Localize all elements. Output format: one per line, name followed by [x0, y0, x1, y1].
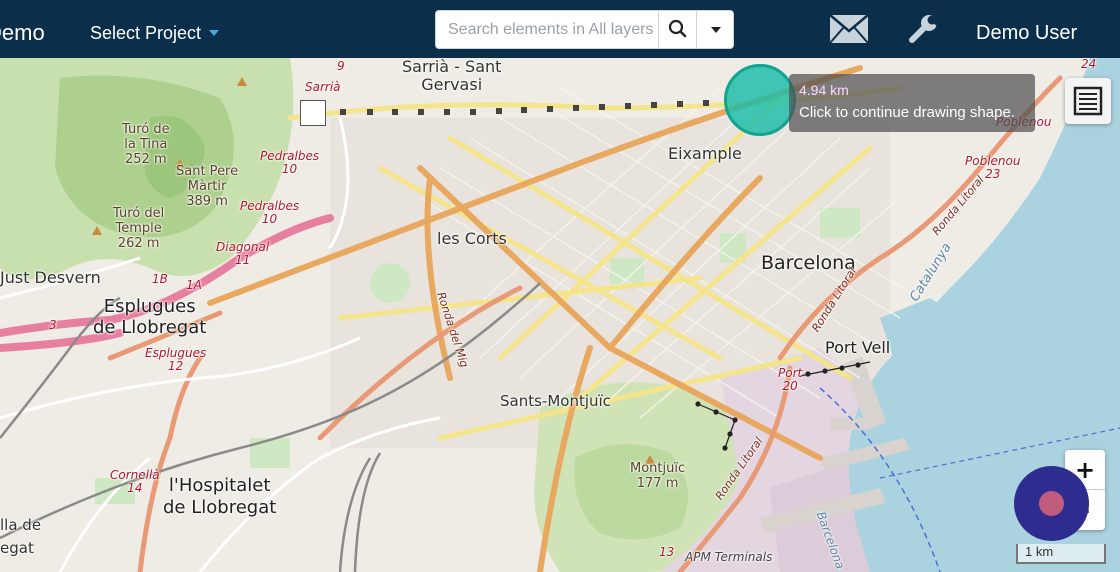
search-input[interactable] [436, 11, 658, 48]
app-brand[interactable]: Demo [0, 20, 45, 46]
mail-icon [829, 14, 869, 44]
measure-distance: 4.94 km [799, 82, 849, 98]
map-canvas[interactable]: Sarrià - Sant Gervasi Sarrià 9 Turó de l… [0, 58, 1120, 572]
messages-button[interactable] [829, 14, 869, 44]
search-group [435, 10, 734, 49]
geolocation-button[interactable] [1014, 466, 1089, 541]
measure-hint: Click to continue drawing shape. [799, 104, 1015, 121]
wrench-icon [909, 13, 945, 43]
caret-down-icon [209, 30, 220, 36]
top-navbar: Demo Select Project Demo U [0, 0, 1120, 58]
map-tiles [0, 58, 1120, 572]
measure-tooltip: 4.94 km Click to continue drawing shape. [789, 74, 1035, 132]
project-select-label: Select Project [90, 23, 202, 43]
draw-start-vertex[interactable] [300, 100, 326, 126]
user-menu[interactable]: Demo User [976, 21, 1077, 45]
search-icon [668, 19, 687, 38]
list-icon [1073, 86, 1103, 116]
project-select-dropdown[interactable]: Select Project [90, 22, 220, 44]
caret-down-icon [711, 27, 721, 33]
search-layer-dropdown[interactable] [696, 11, 733, 48]
search-button[interactable] [658, 11, 696, 48]
scale-bar: 1 km [1016, 544, 1106, 564]
draw-cursor[interactable] [724, 64, 796, 136]
tools-button[interactable] [906, 12, 945, 46]
legend-button[interactable] [1065, 78, 1111, 124]
geolocation-icon [1039, 491, 1064, 516]
